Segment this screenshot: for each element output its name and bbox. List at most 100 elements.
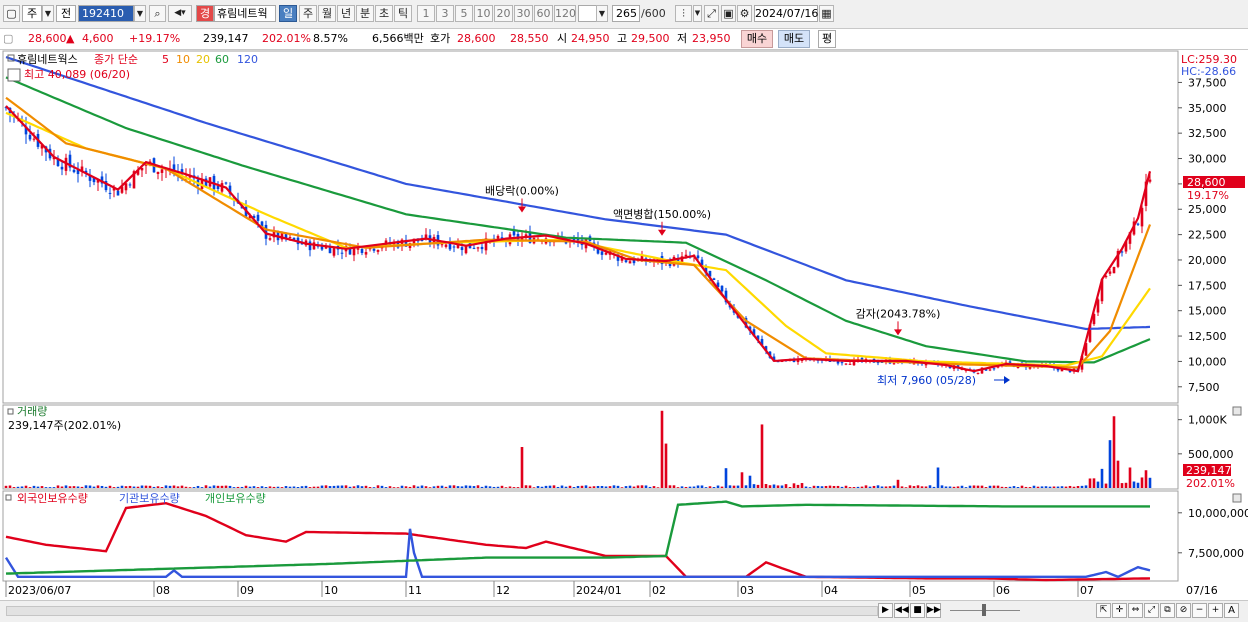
candle-body [340, 252, 344, 254]
max-price-label: 최고 40,089 (06/20) [24, 68, 130, 81]
volume-bar [656, 487, 660, 488]
candle-body [628, 261, 632, 264]
candle-body [116, 190, 120, 196]
volume-bar [548, 485, 552, 488]
volume-bar [716, 485, 720, 488]
volume-bar [572, 487, 576, 488]
volume-bar [992, 485, 996, 488]
volume-bar [708, 486, 712, 488]
volume-bar [1028, 487, 1032, 488]
volume-bar [1116, 460, 1120, 488]
volume-bar [496, 486, 500, 488]
scroll-track[interactable] [6, 606, 878, 616]
candle-body [224, 182, 228, 184]
volume-bar [20, 486, 24, 488]
volume-bar [352, 486, 356, 488]
volume-bar [1032, 485, 1036, 488]
volume-bar [424, 486, 428, 488]
volume-bar [136, 486, 140, 488]
cursor-mode-icon[interactable]: ⇱ [1096, 603, 1111, 618]
volume-bar [724, 468, 728, 488]
volume-bar [320, 485, 324, 488]
volume-bar [108, 485, 112, 488]
volume-bar [200, 487, 204, 488]
volume-bar [480, 486, 484, 488]
volume-bar [560, 485, 564, 488]
volume-bar [736, 485, 740, 488]
volume-bar [172, 485, 176, 488]
volume-bar [932, 486, 936, 488]
candle-body [320, 246, 324, 250]
volume-bar [864, 485, 868, 488]
auto-scale-button[interactable]: A [1224, 603, 1239, 618]
volume-bar [676, 487, 680, 488]
candle-body [604, 252, 608, 255]
volume-bar [324, 485, 328, 488]
compare-icon[interactable]: ⧉ [1160, 603, 1175, 618]
candle-body [712, 278, 716, 280]
scroll-right-icon[interactable]: ▶ [878, 603, 893, 618]
fast-forward-icon[interactable]: ▶▶ [926, 603, 941, 618]
holding-close-icon[interactable] [1232, 493, 1242, 503]
candle-body [1112, 266, 1116, 274]
x-axis-label: 07/16 [1186, 584, 1218, 597]
volume-bar [860, 486, 864, 488]
volume-bar [152, 486, 156, 488]
volume-bar [1000, 486, 1004, 488]
candle-body [288, 237, 292, 239]
stock-chart[interactable]: 37,50035,00032,50030,00027,50025,00022,5… [0, 0, 1248, 621]
volume-bar [300, 486, 304, 488]
volume-bar [432, 486, 436, 488]
volume-bar [620, 487, 624, 488]
rewind-icon[interactable]: ◀◀ [894, 603, 909, 618]
volume-bar [1012, 486, 1016, 488]
volume-bar [892, 485, 896, 488]
zoom-reset-icon[interactable]: ⊘ [1176, 603, 1191, 618]
crosshair-icon[interactable]: ✛ [1112, 603, 1127, 618]
zoom-in-icon[interactable]: + [1208, 603, 1223, 618]
volume-bar [608, 486, 612, 488]
volume-bar [84, 485, 88, 488]
zoom-out-icon[interactable]: − [1192, 603, 1207, 618]
link-icon[interactable]: ⇔ [1128, 603, 1143, 618]
volume-bar [960, 485, 964, 488]
volume-bar [204, 485, 208, 488]
volume-bar [672, 485, 676, 488]
candle-body [476, 247, 480, 249]
volume-bar [448, 485, 452, 488]
volume-bar [476, 485, 480, 488]
volume-bar [228, 485, 232, 488]
fit-icon[interactable]: ⤢ [1144, 603, 1159, 618]
volume-bar [276, 486, 280, 488]
volume-bar [372, 487, 376, 488]
volume-bar [256, 487, 260, 488]
volume-bar [772, 484, 776, 488]
volume-bar [400, 485, 404, 488]
volume-bar [988, 485, 992, 488]
price-tick-label: 37,500 [1188, 76, 1227, 89]
zoom-slider-handle[interactable] [982, 604, 986, 616]
volume-bar [1108, 440, 1112, 488]
volume-bar [384, 487, 388, 488]
volume-bar [964, 487, 968, 488]
x-axis-label: 04 [824, 584, 838, 597]
event-label: 감자(2043.78%) [856, 307, 941, 320]
volume-close-icon[interactable] [1232, 406, 1242, 416]
candle-body [268, 238, 272, 240]
volume-bar [648, 486, 652, 488]
volume-bar [1016, 487, 1020, 488]
volume-bar [748, 475, 752, 488]
volume-bar [284, 486, 288, 488]
candle-body [160, 169, 164, 173]
price-tick-label: 17,500 [1188, 279, 1227, 292]
stop-icon[interactable]: ■ [910, 603, 925, 618]
volume-bar [336, 485, 340, 488]
grid-toggle-icon[interactable] [7, 68, 21, 82]
volume-bar [628, 485, 632, 488]
volume-bar [924, 486, 928, 488]
volume-bar [340, 485, 344, 488]
volume-bar [824, 485, 828, 488]
volume-bar [1104, 483, 1108, 488]
volume-bar [288, 486, 292, 488]
volume-bar [596, 485, 600, 488]
